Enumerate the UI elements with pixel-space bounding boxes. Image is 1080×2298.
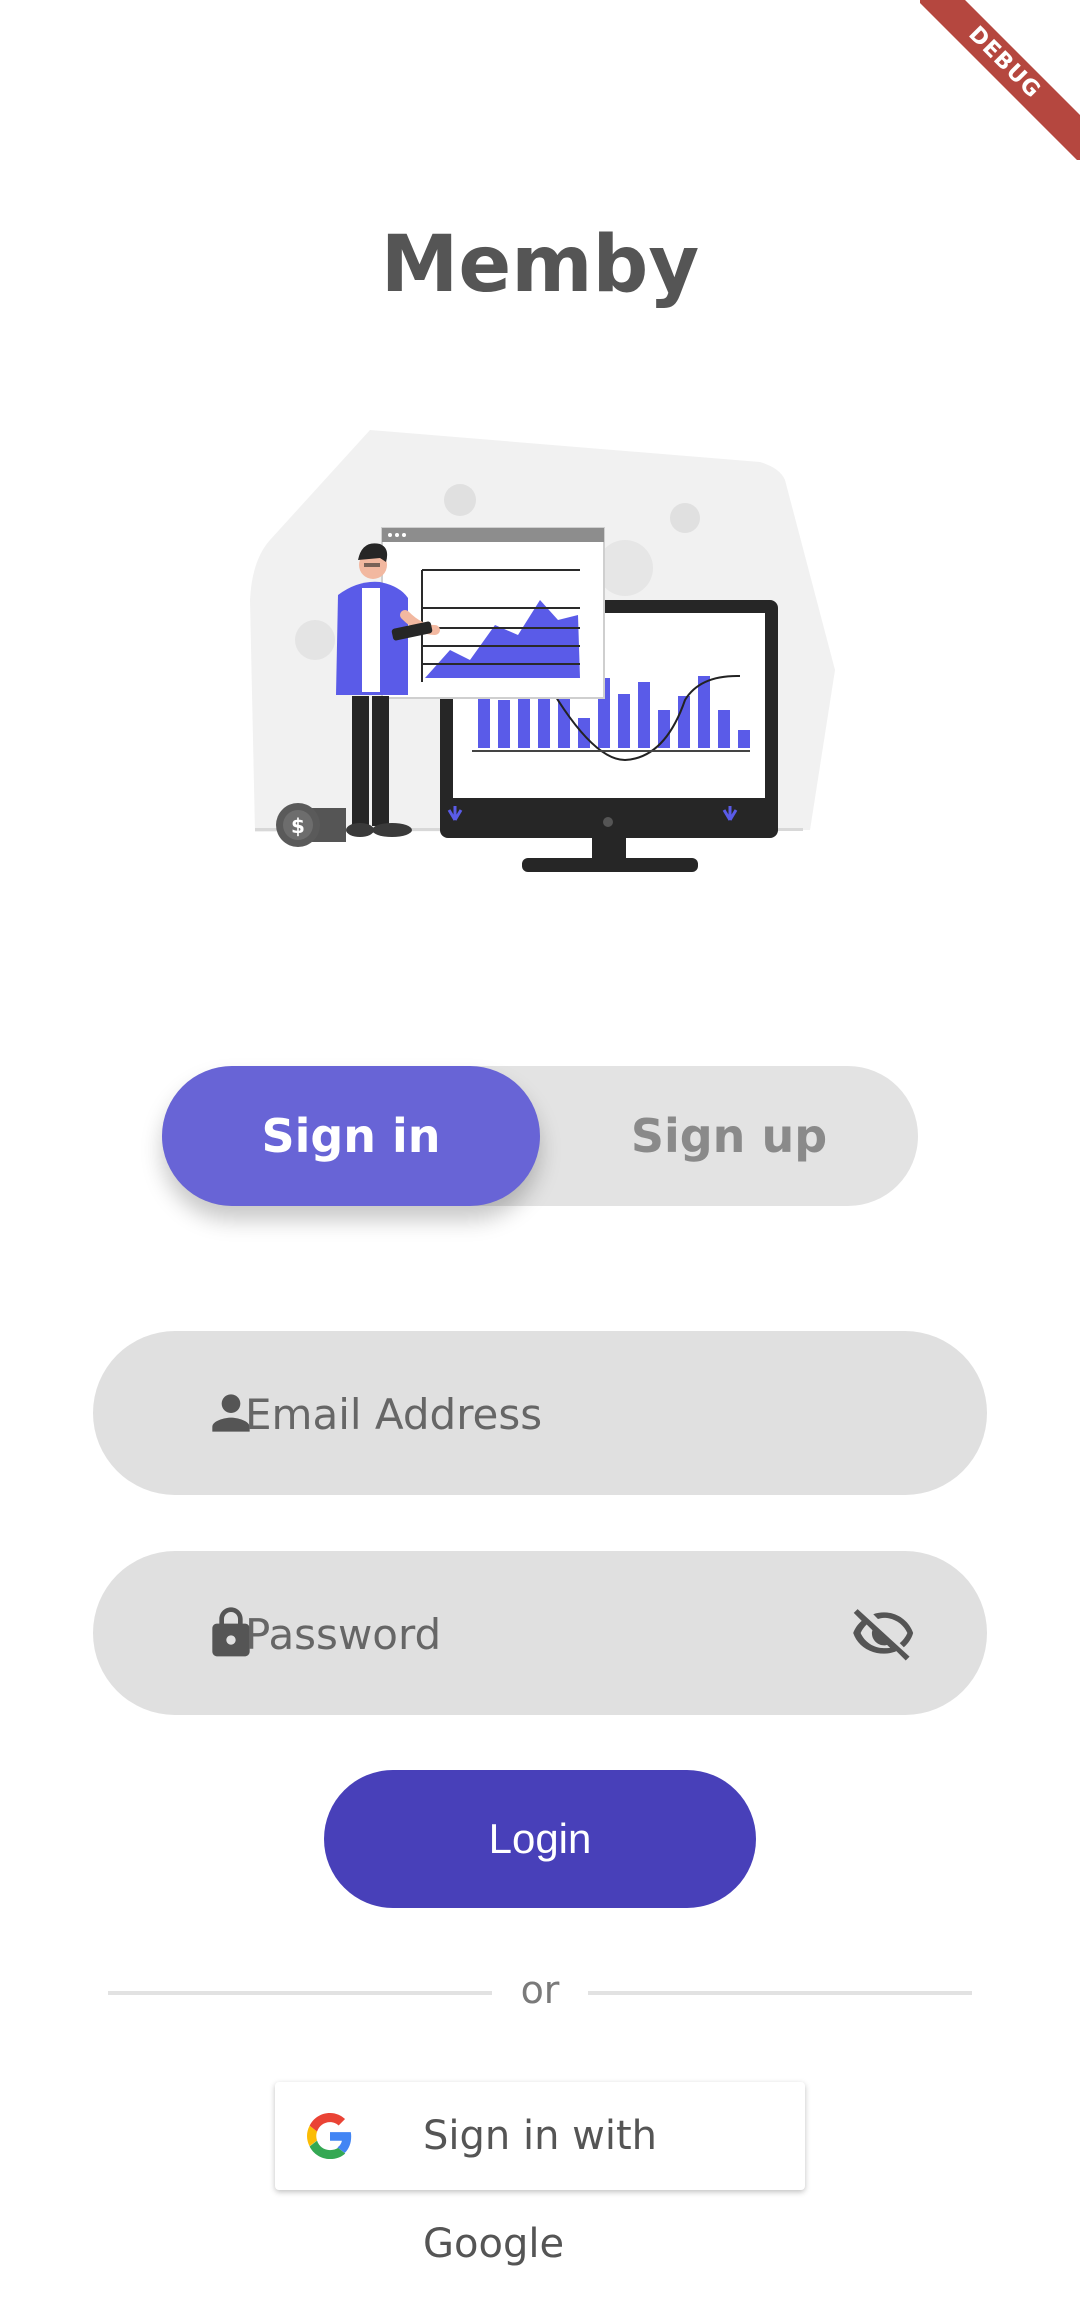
google-sign-in-button[interactable]: Sign in with Google xyxy=(275,2082,805,2267)
google-logo-icon xyxy=(307,2113,352,2159)
sign-up-tab[interactable]: Sign up xyxy=(540,1066,918,1206)
debug-banner: DEBUG xyxy=(920,0,1080,160)
email-input[interactable] xyxy=(243,1331,867,1497)
sign-in-tab[interactable]: Sign in xyxy=(162,1066,540,1206)
or-divider: or xyxy=(108,1964,972,2024)
login-button[interactable]: Login xyxy=(324,1770,756,1908)
svg-text:$: $ xyxy=(291,814,305,838)
eye-off-icon[interactable] xyxy=(851,1605,917,1661)
google-sign-in-label: Sign in with Google xyxy=(423,2113,658,2267)
analytics-illustration: $ xyxy=(250,430,835,872)
auth-mode-toggle: Sign up Sign in xyxy=(162,1066,918,1206)
app-title: Memby xyxy=(380,220,700,310)
password-input[interactable] xyxy=(243,1551,867,1717)
debug-banner-label: DEBUG xyxy=(920,0,1080,160)
email-field xyxy=(93,1331,987,1497)
password-field xyxy=(93,1551,987,1717)
divider-text: or xyxy=(520,1968,560,2012)
divider-line-right xyxy=(588,1991,972,1995)
